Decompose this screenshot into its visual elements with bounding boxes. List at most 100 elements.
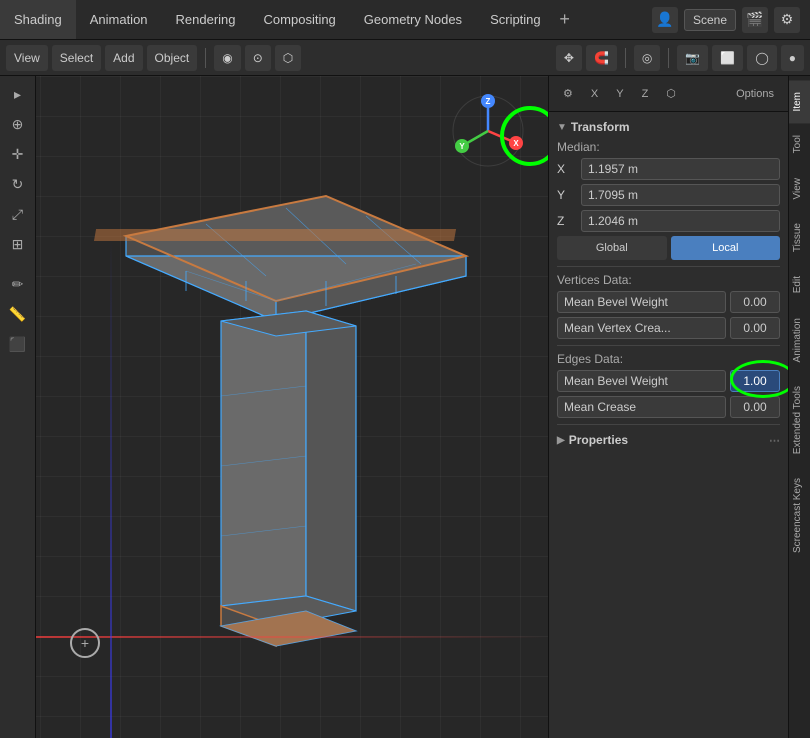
properties-section-header[interactable]: ▶ Properties ⋯ xyxy=(549,429,788,451)
shading-type-button[interactable]: ● xyxy=(781,45,804,71)
svg-text:Y: Y xyxy=(459,142,465,151)
z-axis-button[interactable]: Z xyxy=(634,81,657,107)
panel-content: ▼ Transform Median: X 1.1957 m Y 1.7095 xyxy=(549,112,788,738)
display-icon: ◯ xyxy=(755,51,768,65)
viewport-type-button[interactable]: ⬜ xyxy=(712,45,743,71)
main-content: ▸ ⊕ ✛ ↻ ⤢ ⊞ ✏ 📏 ⬛ xyxy=(0,76,810,738)
tab-edit[interactable]: Edit xyxy=(789,264,810,305)
svg-text:X: X xyxy=(513,139,519,148)
vertices-mean-bevel-value[interactable]: 0.00 xyxy=(730,291,780,313)
y-field-row: Y 1.7095 m xyxy=(549,182,788,208)
shading-icon: ◉ xyxy=(222,51,232,65)
transform-section-header[interactable]: ▼ Transform xyxy=(549,116,788,138)
scene-selector[interactable]: Scene xyxy=(684,9,736,31)
origin-icon: + xyxy=(81,635,89,651)
x-axis-button[interactable]: X xyxy=(583,81,606,107)
menu-rendering[interactable]: Rendering xyxy=(162,0,250,39)
shading-type-icon: ● xyxy=(789,51,796,65)
add-cube-button[interactable]: ⬛ xyxy=(4,330,32,358)
scale-tool-button[interactable]: ⤢ xyxy=(4,200,32,228)
transform-button[interactable]: ✥ xyxy=(556,45,582,71)
panel-toolbar: ⚙ X Y Z ⬡ Options xyxy=(549,76,788,112)
edges-mean-bevel-label[interactable]: Mean Bevel Weight xyxy=(557,370,726,392)
camera-view-button[interactable]: 📷 xyxy=(677,45,708,71)
right-panel: ⚙ X Y Z ⬡ Options ▼ Transform Median: xyxy=(548,76,788,738)
edges-mean-bevel-row: Mean Bevel Weight 1.00 xyxy=(549,368,788,394)
global-local-row: Global Local xyxy=(549,234,788,262)
tab-tissue[interactable]: Tissue xyxy=(789,211,810,264)
edges-data-label: Edges Data: xyxy=(549,350,788,368)
vertices-mean-crease-label[interactable]: Mean Vertex Crea... xyxy=(557,317,726,339)
z-input[interactable]: 1.2046 m xyxy=(581,210,780,232)
divider-1 xyxy=(557,266,780,267)
z-field-label: Z xyxy=(557,214,577,228)
x-input[interactable]: 1.1957 m xyxy=(581,158,780,180)
divider-2 xyxy=(557,345,780,346)
vertices-mean-bevel-label[interactable]: Mean Bevel Weight xyxy=(557,291,726,313)
annotate-button[interactable]: ✏ xyxy=(4,270,32,298)
tab-animation[interactable]: Animation xyxy=(789,306,810,374)
options-button[interactable]: Options xyxy=(728,81,782,107)
tab-tool[interactable]: Tool xyxy=(789,123,810,165)
transform-arrow: ▼ xyxy=(557,122,567,133)
snap-button[interactable]: 🧲 xyxy=(586,45,617,71)
menu-scripting[interactable]: Scripting xyxy=(476,0,555,39)
cursor-tool-button[interactable]: ⊕ xyxy=(4,110,32,138)
vertices-mean-bevel-row: Mean Bevel Weight 0.00 xyxy=(549,289,788,315)
add-menu-button[interactable]: Add xyxy=(105,45,142,71)
proportional-icon: ◎ xyxy=(642,51,652,65)
user-icon[interactable]: 👤 xyxy=(652,7,678,33)
settings-icon[interactable]: ⚙ xyxy=(774,7,800,33)
proportional-edit-button[interactable]: ◎ xyxy=(634,45,660,71)
menubar-right: 👤 Scene 🎬 ⚙ xyxy=(652,7,810,33)
display-mode-button[interactable]: ◯ xyxy=(747,45,776,71)
transform-tool-button[interactable]: ⊞ xyxy=(4,230,32,258)
global-button[interactable]: Global xyxy=(557,236,667,260)
tab-view[interactable]: View xyxy=(789,166,810,212)
y-axis-button[interactable]: Y xyxy=(608,81,631,107)
rotate-tool-button[interactable]: ↻ xyxy=(4,170,32,198)
x-value: 1.1957 m xyxy=(588,162,638,176)
menu-shading[interactable]: Shading xyxy=(0,0,76,39)
object-label: Object xyxy=(155,51,190,65)
render-icon[interactable]: 🎬 xyxy=(742,7,768,33)
move-tool-button[interactable]: ✛ xyxy=(4,140,32,168)
add-label: Add xyxy=(113,51,134,65)
vertices-mean-crease-row: Mean Vertex Crea... 0.00 xyxy=(549,315,788,341)
view-menu-button[interactable]: View xyxy=(6,45,48,71)
y-input[interactable]: 1.7095 m xyxy=(581,184,780,206)
vertices-mean-crease-value[interactable]: 0.00 xyxy=(730,317,780,339)
edges-mean-crease-label[interactable]: Mean Crease xyxy=(557,396,726,418)
edges-mean-crease-value[interactable]: 0.00 xyxy=(730,396,780,418)
select-menu-button[interactable]: Select xyxy=(52,45,101,71)
right-tabs: Item Tool View Tissue Edit Animation Ext… xyxy=(788,76,810,738)
camera-icon: 📷 xyxy=(685,51,700,65)
viewport[interactable]: ▸ ⊕ ✛ ↻ ⤢ ⊞ ✏ 📏 ⬛ xyxy=(0,76,548,738)
xray-button[interactable]: ⬡ xyxy=(275,45,301,71)
tab-extended-tools[interactable]: Extended Tools xyxy=(789,374,810,466)
overlay-button[interactable]: ⊙ xyxy=(245,45,271,71)
object-menu-button[interactable]: Object xyxy=(147,45,198,71)
menu-compositing[interactable]: Compositing xyxy=(250,0,350,39)
median-label: Median: xyxy=(549,138,788,156)
svg-text:Z: Z xyxy=(486,97,491,106)
select-tool-button[interactable]: ▸ xyxy=(4,80,32,108)
edges-mean-bevel-value[interactable]: 1.00 xyxy=(730,370,780,392)
z-field-row: Z 1.2046 m xyxy=(549,208,788,234)
toolbar-separator-3 xyxy=(668,48,669,68)
viewport-shading-button[interactable]: ◉ xyxy=(214,45,240,71)
menu-geometry-nodes[interactable]: Geometry Nodes xyxy=(350,0,476,39)
top-menubar: Shading Animation Rendering Compositing … xyxy=(0,0,810,40)
measure-button[interactable]: 📏 xyxy=(4,300,32,328)
global-local-icon[interactable]: ⬡ xyxy=(658,81,684,107)
properties-dots: ⋯ xyxy=(769,434,780,447)
menu-animation[interactable]: Animation xyxy=(76,0,162,39)
tab-item[interactable]: Item xyxy=(789,80,810,123)
x-field-row: X 1.1957 m xyxy=(549,156,788,182)
add-workspace-button[interactable]: + xyxy=(555,10,575,30)
snap-icon: 🧲 xyxy=(594,51,609,65)
local-button[interactable]: Local xyxy=(671,236,781,260)
left-sidebar: ▸ ⊕ ✛ ↻ ⤢ ⊞ ✏ 📏 ⬛ xyxy=(0,76,36,738)
panel-icon-button[interactable]: ⚙ xyxy=(555,81,581,107)
tab-screencast-keys[interactable]: Screencast Keys xyxy=(789,466,810,565)
